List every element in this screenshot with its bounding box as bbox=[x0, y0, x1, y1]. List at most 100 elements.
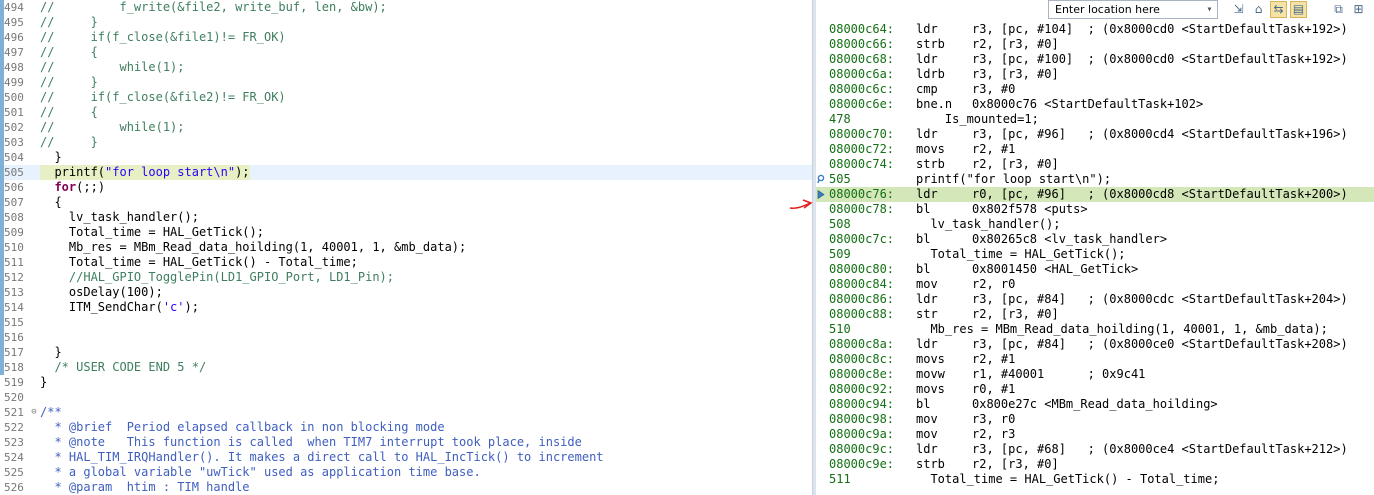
code-text: // { bbox=[40, 45, 98, 60]
code-line[interactable]: 526 * @param htim : TIM handle bbox=[0, 480, 812, 495]
code-line[interactable]: 509 Total_time = HAL_GetTick(); bbox=[0, 225, 812, 240]
code-text: /** bbox=[40, 405, 62, 420]
code-line[interactable]: 512 //HAL_GPIO_TogglePin(LD1_GPIO_Port, … bbox=[0, 270, 812, 285]
code-line[interactable]: 516 bbox=[0, 330, 812, 345]
location-input[interactable]: Enter location here bbox=[1048, 0, 1218, 19]
instruction-line[interactable]: 08000c88: str r2, [r3, #0] bbox=[816, 307, 1374, 322]
code-line[interactable]: 518 /* USER CODE END 5 */ bbox=[0, 360, 812, 375]
code-line[interactable]: 517 } bbox=[0, 345, 812, 360]
line-number: 497 bbox=[4, 46, 24, 59]
code-line[interactable]: 502 // while(1); bbox=[0, 120, 812, 135]
code-line[interactable]: 497 // { bbox=[0, 45, 812, 60]
breakpoint-icon[interactable] bbox=[817, 174, 825, 184]
instruction-mnemonic: ldr bbox=[916, 442, 938, 456]
code-line[interactable]: 507 { bbox=[0, 195, 812, 210]
instruction-operands: r2, [r3, #0] bbox=[972, 37, 1059, 51]
code-line[interactable]: 499 // } bbox=[0, 75, 812, 90]
instruction-line[interactable]: 08000c6a: ldrb r3, [r3, #0] bbox=[816, 67, 1374, 82]
code-line[interactable]: 514 ITM_SendChar('c'); bbox=[0, 300, 812, 315]
code-line[interactable]: 503 // } bbox=[0, 135, 812, 150]
line-number: 516 bbox=[4, 331, 24, 344]
instruction-operands: r2, #1 bbox=[972, 142, 1016, 156]
code-line[interactable]: 500 // if(f_close(&file2)!= FR_OK) bbox=[0, 90, 812, 105]
instruction-mnemonic: movs bbox=[916, 352, 945, 366]
instruction-line[interactable]: 08000c80: bl 0x8001450 <HAL_GetTick> bbox=[816, 262, 1374, 277]
source-line[interactable]: 510 Mb_res = MBm_Read_data_hoilding(1, 4… bbox=[816, 322, 1374, 337]
source-line[interactable]: 509 Total_time = HAL_GetTick(); bbox=[816, 247, 1374, 262]
code-line[interactable]: 498 // while(1); bbox=[0, 60, 812, 75]
instruction-line[interactable]: 08000c8a: ldr r3, [pc, #84] ; (0x8000ce0 <… bbox=[816, 337, 1374, 352]
instruction-line[interactable]: 08000c64: ldr r3, [pc, #104] ; (0x8000cd0 … bbox=[816, 22, 1374, 37]
disassembly-view[interactable]: Enter location here ▾ ⇲ ⌂ ⇆ ▤ ⧉ ⊞ 08000c… bbox=[816, 0, 1374, 495]
pin-icon[interactable]: ⊞ bbox=[1350, 1, 1367, 18]
line-number: 504 bbox=[4, 151, 24, 164]
code-token: /* USER CODE END 5 */ bbox=[40, 360, 207, 374]
code-line[interactable]: 501 // { bbox=[0, 105, 812, 120]
code-line[interactable]: 519} bbox=[0, 375, 812, 390]
instruction-operands: 0x8000c76 <StartDefaultTask+102> bbox=[972, 97, 1204, 111]
instruction-line[interactable]: 08000c68: ldr r3, [pc, #100] ; (0x8000cd0 … bbox=[816, 52, 1374, 67]
source-line[interactable]: 511 Total_time = HAL_GetTick() - Total_t… bbox=[816, 472, 1374, 487]
instruction-line[interactable]: 08000c8c: movs r2, #1 bbox=[816, 352, 1374, 367]
show-source-icon[interactable]: ▤ bbox=[1290, 1, 1307, 18]
source-line[interactable]: 508 lv_task_handler(); bbox=[816, 217, 1374, 232]
instruction-line[interactable]: 08000c7c: bl 0x80265c8 <lv_task_handler> bbox=[816, 232, 1374, 247]
instruction-line[interactable]: 08000c66: strb r2, [r3, #0] bbox=[816, 37, 1374, 52]
code-line[interactable]: 522 * @brief Period elapsed callback in … bbox=[0, 420, 812, 435]
instruction-line[interactable]: 08000c98: mov r3, r0 bbox=[816, 412, 1374, 427]
code-text: for(;;) bbox=[40, 180, 105, 195]
code-line[interactable]: 506 for(;;) bbox=[0, 180, 812, 195]
line-number: 511 bbox=[4, 256, 24, 269]
goto-address-icon[interactable]: ⇲ bbox=[1230, 1, 1247, 18]
code-line[interactable]: 524 * HAL_TIM_IRQHandler(). It makes a d… bbox=[0, 450, 812, 465]
source-editor[interactable]: 494 // f_write(&file2, write_buf, len, &b… bbox=[0, 0, 812, 495]
instruction-line[interactable]: 08000c74: strb r2, [r3, #0] bbox=[816, 157, 1374, 172]
source-line[interactable]: 478 Is_mounted=1; bbox=[816, 112, 1374, 127]
instruction-address: 08000c6a: bbox=[829, 67, 895, 81]
fold-collapse-icon[interactable]: ⊖ bbox=[29, 405, 39, 420]
code-line[interactable]: 494 // f_write(&file2, write_buf, len, &b… bbox=[0, 0, 812, 15]
instruction-line[interactable]: 08000c9e: strb r2, [r3, #0] bbox=[816, 457, 1374, 472]
source-line[interactable]: 505 printf("for loop start\n"); bbox=[816, 172, 1374, 187]
new-view-icon[interactable]: ⧉ bbox=[1330, 1, 1347, 18]
instruction-address: 08000c72: bbox=[829, 142, 895, 156]
instruction-line[interactable]: 08000c84: mov r2, r0 bbox=[816, 277, 1374, 292]
code-line[interactable]: 523 * @note This function is called when… bbox=[0, 435, 812, 450]
code-text: // if(f_close(&file1)!= FR_OK) bbox=[40, 30, 286, 45]
instruction-mnemonic: bne.n bbox=[916, 97, 953, 111]
instruction-operands: r2, r3 bbox=[972, 427, 1016, 441]
instruction-line[interactable]: 08000c8e: movw r1, #40001 ; 0x9c41 bbox=[816, 367, 1374, 382]
chevron-down-icon[interactable]: ▾ bbox=[1202, 1, 1217, 18]
code-line[interactable]: 520 bbox=[0, 390, 812, 405]
code-line[interactable]: 510 Mb_res = MBm_Read_data_hoilding(1, 4… bbox=[0, 240, 812, 255]
code-line[interactable]: 504 } bbox=[0, 150, 812, 165]
instruction-operands: r2, [r3, #0] bbox=[972, 157, 1059, 171]
instruction-address: 08000c70: bbox=[829, 127, 895, 141]
line-number: 495 bbox=[4, 16, 24, 29]
code-line[interactable]: 511 Total_time = HAL_GetTick() - Total_t… bbox=[0, 255, 812, 270]
code-line[interactable]: 515 bbox=[0, 315, 812, 330]
instruction-line[interactable]: 08000c72: movs r2, #1 bbox=[816, 142, 1374, 157]
code-line[interactable]: 521 ⊖/** bbox=[0, 405, 812, 420]
code-line[interactable]: 508 lv_task_handler(); bbox=[0, 210, 812, 225]
code-line[interactable]: 505 printf("for loop start\n"); bbox=[0, 165, 812, 180]
instruction-line[interactable]: 08000c94: bl 0x800e27c <MBm_Read_data_hoil… bbox=[816, 397, 1374, 412]
instruction-line[interactable]: 08000c6e: bne.n 0x8000c76 <StartDefaultTas… bbox=[816, 97, 1374, 112]
instruction-line[interactable]: 08000c92: movs r0, #1 bbox=[816, 382, 1374, 397]
code-line[interactable]: 496 // if(f_close(&file1)!= FR_OK) bbox=[0, 30, 812, 45]
instruction-line[interactable]: 08000c9c: ldr r3, [pc, #68] ; (0x8000ce4 <… bbox=[816, 442, 1374, 457]
instruction-line[interactable]: 08000c76: ldr r0, [pc, #96] ; (0x8000cd8 <… bbox=[816, 187, 1374, 202]
instruction-line[interactable]: 08000c70: ldr r3, [pc, #96] ; (0x8000cd4 <… bbox=[816, 127, 1374, 142]
code-line[interactable]: 525 * a global variable "uwTick" used as… bbox=[0, 465, 812, 480]
source-line-text: Is_mounted=1; bbox=[916, 112, 1039, 126]
code-line[interactable]: 495 // } bbox=[0, 15, 812, 30]
instruction-line[interactable]: 08000c9a: mov r2, r3 bbox=[816, 427, 1374, 442]
instruction-line[interactable]: 08000c6c: cmp r3, #0 bbox=[816, 82, 1374, 97]
instruction-line[interactable]: 08000c86: ldr r3, [pc, #84] ; (0x8000cdc <… bbox=[816, 292, 1374, 307]
line-number: 520 bbox=[4, 391, 24, 404]
instruction-mnemonic: bl bbox=[916, 397, 931, 411]
link-with-editor-icon[interactable]: ⇆ bbox=[1270, 1, 1287, 18]
code-line[interactable]: 513 osDelay(100); bbox=[0, 285, 812, 300]
instruction-line[interactable]: 08000c78: bl 0x802f578 <puts> bbox=[816, 202, 1374, 217]
home-icon[interactable]: ⌂ bbox=[1250, 1, 1267, 18]
